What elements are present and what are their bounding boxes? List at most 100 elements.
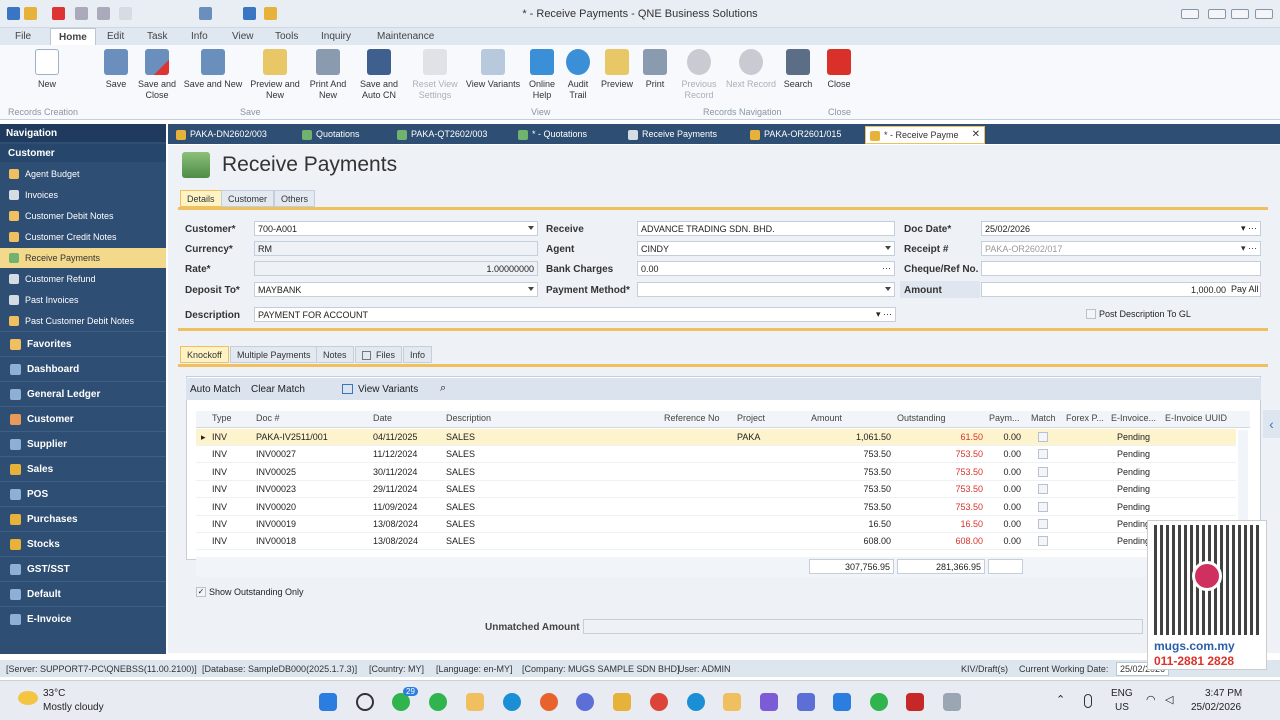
nav-item-invoices[interactable]: Invoices: [0, 185, 166, 205]
show-outstanding-checkbox[interactable]: ✓: [196, 587, 206, 597]
menu-edit[interactable]: Edit: [107, 31, 124, 42]
close-window-icon[interactable]: [1255, 9, 1273, 19]
deposit-to-field[interactable]: MAYBANK: [254, 282, 538, 297]
col-einvoice-uuid[interactable]: E-Invoice UUID: [1165, 413, 1227, 427]
table-row[interactable]: INV INV00025 30/11/2024 SALES 753.50 753.50 0.…: [196, 464, 1236, 481]
chevron-down-icon[interactable]: [528, 226, 534, 230]
clock-date[interactable]: 25/02/2026: [1191, 702, 1241, 713]
nav-cat-sales[interactable]: Sales: [0, 456, 166, 480]
match-checkbox[interactable]: [1038, 484, 1048, 495]
preview-button[interactable]: Preview: [598, 49, 636, 90]
weather-icon[interactable]: [18, 691, 38, 705]
close-tab-icon[interactable]: ✕: [972, 129, 980, 140]
match-checkbox[interactable]: [1038, 536, 1048, 547]
more-icon[interactable]: ▾ ···: [1241, 243, 1257, 254]
match-checkbox[interactable]: [1038, 466, 1048, 477]
tab-customer[interactable]: Customer: [221, 190, 275, 207]
col-type[interactable]: Type: [212, 413, 232, 427]
customer-field[interactable]: 700-A001: [254, 221, 538, 236]
nav-cat-general-ledger[interactable]: General Ledger: [0, 381, 166, 405]
menu-home[interactable]: Home: [50, 28, 96, 45]
col-forex[interactable]: Forex P...: [1066, 413, 1104, 427]
col-reference[interactable]: Reference No: [664, 413, 720, 427]
nav-cat-dashboard[interactable]: Dashboard: [0, 356, 166, 380]
col-description[interactable]: Description: [446, 413, 491, 427]
col-match[interactable]: Match: [1031, 413, 1056, 427]
post-description-checkbox[interactable]: [1086, 309, 1096, 319]
menu-view[interactable]: View: [232, 31, 254, 42]
tab-quotations[interactable]: Quotations: [298, 126, 390, 144]
bank-charges-field[interactable]: 0.00 ···: [637, 261, 895, 276]
qne-icon[interactable]: [723, 693, 741, 711]
firefox-icon[interactable]: [540, 693, 558, 711]
nav-cat-purchases[interactable]: Purchases: [0, 506, 166, 530]
new-button[interactable]: New: [28, 49, 66, 90]
tab-quotations-draft[interactable]: * - Quotations: [514, 126, 624, 144]
windows-start-icon[interactable]: [319, 693, 337, 711]
app-icon-3[interactable]: [760, 693, 778, 711]
tab-multiple-payments[interactable]: Multiple Payments: [230, 346, 318, 363]
search-icon[interactable]: [356, 693, 374, 711]
app-icon-4[interactable]: [797, 693, 815, 711]
tab-files[interactable]: Files: [355, 346, 403, 363]
agent-field[interactable]: CINDY: [637, 241, 895, 256]
menu-info[interactable]: Info: [191, 31, 208, 42]
browser-icon[interactable]: [576, 693, 594, 711]
nav-item-past-invoices[interactable]: Past Invoices: [0, 290, 166, 310]
pay-all-button[interactable]: Pay All: [1231, 284, 1259, 294]
table-row[interactable]: INV INV00020 11/09/2024 SALES 753.50 753.50 0.…: [196, 499, 1236, 516]
tab-info[interactable]: Info: [403, 346, 433, 363]
currency-field[interactable]: RM: [254, 241, 538, 256]
file-explorer-icon[interactable]: [466, 693, 484, 711]
doc-date-field[interactable]: 25/02/2026 ▾ ···: [981, 221, 1261, 236]
match-checkbox[interactable]: [1038, 519, 1048, 529]
save-and-new-button[interactable]: Save and New: [182, 49, 244, 90]
chevron-down-icon[interactable]: [528, 287, 534, 291]
col-date[interactable]: Date: [373, 413, 392, 427]
clear-match-button[interactable]: Clear Match: [251, 384, 305, 395]
save-and-auto-cn-button[interactable]: Save and Auto CN: [357, 49, 401, 101]
nav-item-customer-credit-notes[interactable]: Customer Credit Notes: [0, 227, 166, 247]
nav-cat-stocks[interactable]: Stocks: [0, 531, 166, 555]
match-checkbox[interactable]: [1038, 501, 1048, 512]
receive-field[interactable]: ADVANCE TRADING SDN. BHD.: [637, 221, 895, 236]
previous-record-button[interactable]: Previous Record: [676, 49, 722, 101]
col-einvoice[interactable]: E-Invoice...: [1111, 413, 1156, 427]
rate-field[interactable]: 1.00000000: [254, 261, 538, 276]
input-region[interactable]: US: [1115, 702, 1129, 713]
menu-inquiry[interactable]: Inquiry: [321, 31, 351, 42]
print-button[interactable]: Print: [640, 49, 670, 90]
online-help-button[interactable]: Online Help: [526, 49, 558, 101]
nav-cat-pos[interactable]: POS: [0, 481, 166, 505]
nav-cat-e-invoice[interactable]: E-Invoice: [0, 606, 166, 630]
view-variants-button[interactable]: View Variants: [358, 384, 418, 395]
tab-paka-dn2602-003[interactable]: PAKA-DN2602/003: [172, 126, 290, 144]
nav-item-past-customer-debit-notes[interactable]: Past Customer Debit Notes: [0, 311, 166, 331]
preview-and-new-button[interactable]: Preview and New: [249, 49, 301, 101]
table-row[interactable]: ▸ INV PAKA-IV2511/001 04/11/2025 SALES PAKA 1,…: [196, 429, 1236, 446]
auto-match-button[interactable]: Auto Match: [190, 384, 241, 395]
nav-cat-gst-sst[interactable]: GST/SST: [0, 556, 166, 580]
nav-item-customer-refund[interactable]: Customer Refund: [0, 269, 166, 289]
save-button[interactable]: Save: [100, 49, 132, 90]
tab-knockoff[interactable]: Knockoff: [180, 346, 229, 363]
cheque-field[interactable]: [981, 261, 1261, 276]
tab-paka-qt2602-003[interactable]: PAKA-QT2602/003: [393, 126, 511, 144]
col-doc[interactable]: Doc #: [256, 413, 280, 427]
chrome-profile-icon[interactable]: [870, 693, 888, 711]
tab-notes[interactable]: Notes: [316, 346, 354, 363]
restore-icon[interactable]: [1181, 9, 1199, 19]
audit-trail-button[interactable]: Audit Trail: [563, 49, 593, 101]
mcafee-icon[interactable]: [906, 693, 924, 711]
match-checkbox[interactable]: [1038, 432, 1048, 442]
wifi-icon[interactable]: ◠: [1146, 693, 1156, 706]
col-outstanding[interactable]: Outstanding: [897, 413, 946, 427]
nav-item-receive-payments[interactable]: Receive Payments: [0, 248, 166, 268]
next-record-button[interactable]: Next Record: [724, 49, 778, 90]
nav-item-agent-budget[interactable]: Agent Budget: [0, 164, 166, 184]
calendar-dropdown-icon[interactable]: ▾ ···: [1241, 223, 1257, 234]
more-icon[interactable]: ···: [882, 263, 891, 273]
reset-view-settings-button[interactable]: Reset View Settings: [410, 49, 460, 101]
nav-cat-favorites[interactable]: Favorites: [0, 331, 166, 355]
save-and-close-button[interactable]: Save and Close: [136, 49, 178, 101]
